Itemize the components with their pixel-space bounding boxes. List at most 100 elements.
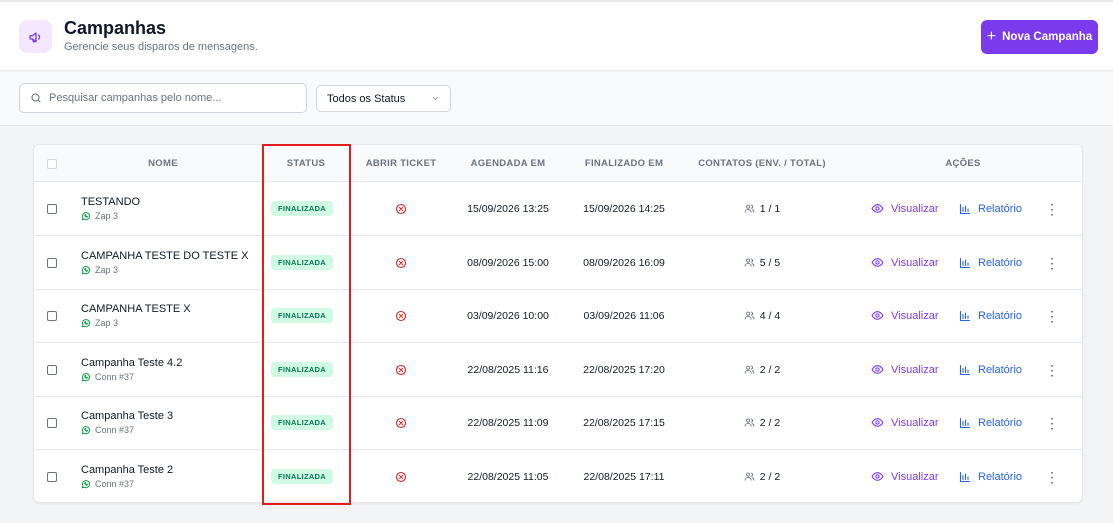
- eye-icon: [871, 202, 884, 215]
- row-checkbox[interactable]: [47, 257, 57, 268]
- scheduled-cell: 22/08/2025 11:05: [452, 450, 564, 502]
- more-action-cell: ⋮: [1045, 236, 1059, 289]
- view-button[interactable]: Visualizar: [871, 363, 939, 376]
- finished-cell: 22/08/2025 17:11: [566, 450, 682, 502]
- finished-date: 22/08/2025 17:15: [583, 416, 665, 429]
- contacts-value: 2 / 2: [759, 470, 781, 483]
- view-button[interactable]: Visualizar: [871, 202, 939, 215]
- report-button[interactable]: Relatório: [959, 364, 1022, 376]
- contacts-value: 5 / 5: [759, 256, 781, 269]
- open-ticket-cell: [352, 289, 450, 342]
- name-cell: Campanha Teste 2 Conn #37: [81, 450, 261, 502]
- row-checkbox[interactable]: [47, 471, 57, 482]
- report-button[interactable]: Relatório: [959, 257, 1022, 269]
- report-button[interactable]: Relatório: [959, 471, 1022, 483]
- whatsapp-icon: [81, 479, 91, 489]
- contacts-count: 5 / 5: [744, 257, 780, 269]
- view-action-cell: Visualizar: [871, 396, 939, 449]
- view-action-cell: Visualizar: [871, 182, 939, 235]
- row-checkbox[interactable]: [47, 364, 57, 375]
- report-label: Relatório: [978, 363, 1023, 376]
- column-header-status[interactable]: STATUS: [262, 145, 350, 182]
- view-label: Visualizar: [891, 309, 939, 322]
- status-badge: FINALIZADA: [271, 362, 333, 377]
- view-label: Visualizar: [891, 470, 939, 483]
- report-button[interactable]: Relatório: [959, 203, 1022, 215]
- status-cell: FINALIZADA: [262, 289, 342, 342]
- view-button[interactable]: Visualizar: [871, 470, 939, 483]
- finished-cell: 15/09/2026 14:25: [566, 182, 682, 235]
- connection-name: Zap 3: [95, 265, 119, 275]
- row-checkbox-cell: [34, 396, 70, 449]
- column-header-open-ticket[interactable]: ABRIR TICKET: [352, 145, 450, 182]
- status-filter-select[interactable]: Todos os Status: [316, 85, 451, 112]
- status-cell: FINALIZADA: [262, 450, 342, 502]
- select-all-checkbox[interactable]: [47, 158, 57, 169]
- users-icon: [744, 364, 755, 375]
- column-header-scheduled[interactable]: AGENDADA EM: [452, 145, 564, 182]
- kebab-menu-icon[interactable]: ⋮: [1045, 202, 1059, 216]
- whatsapp-icon: [81, 372, 91, 382]
- table-header: NOME STATUS ABRIR TICKET AGENDADA EM FIN…: [34, 145, 1082, 182]
- status-badge: FINALIZADA: [271, 415, 333, 430]
- status-cell: FINALIZADA: [262, 236, 342, 289]
- scheduled-date: 22/08/2025 11:09: [467, 416, 549, 429]
- contacts-cell: 4 / 4: [684, 289, 840, 342]
- search-box[interactable]: [19, 83, 307, 113]
- finished-date: 08/09/2026 16:09: [583, 256, 665, 269]
- connection-name: Zap 3: [95, 211, 119, 221]
- table-row: CAMPANHA TESTE X Zap 3 FINALIZADA 03/09/202…: [34, 289, 1082, 343]
- view-label: Visualizar: [891, 416, 939, 429]
- status-badge: FINALIZADA: [271, 308, 333, 323]
- open-ticket-cell: [352, 182, 450, 235]
- view-button[interactable]: Visualizar: [871, 416, 939, 429]
- connection-name: Conn #37: [95, 425, 135, 435]
- finished-cell: 08/09/2026 16:09: [566, 236, 682, 289]
- filter-bar: Todos os Status: [0, 72, 1113, 126]
- campaigns-table: NOME STATUS ABRIR TICKET AGENDADA EM FIN…: [33, 144, 1083, 503]
- kebab-menu-icon[interactable]: ⋮: [1045, 416, 1059, 430]
- bar-chart-icon: [959, 310, 971, 322]
- scheduled-date: 03/09/2026 10:00: [467, 309, 549, 322]
- row-checkbox-cell: [34, 343, 70, 396]
- kebab-menu-icon[interactable]: ⋮: [1045, 363, 1059, 377]
- row-checkbox[interactable]: [47, 417, 57, 428]
- report-button[interactable]: Relatório: [959, 310, 1022, 322]
- kebab-menu-icon[interactable]: ⋮: [1045, 470, 1059, 484]
- contacts-cell: 5 / 5: [684, 236, 840, 289]
- column-header-contacts[interactable]: CONTATOS (ENV. / TOTAL): [684, 145, 840, 182]
- view-label: Visualizar: [891, 363, 939, 376]
- report-button[interactable]: Relatório: [959, 417, 1022, 429]
- eye-icon: [871, 470, 884, 483]
- report-action-cell: Relatório: [959, 396, 1022, 449]
- view-button[interactable]: Visualizar: [871, 309, 939, 322]
- finished-date: 22/08/2025 17:20: [583, 363, 665, 376]
- finished-cell: 22/08/2025 17:15: [566, 396, 682, 449]
- contacts-cell: 2 / 2: [684, 396, 840, 449]
- campaign-name: CAMPANHA TESTE X: [81, 303, 191, 315]
- report-action-cell: Relatório: [959, 450, 1022, 502]
- kebab-menu-icon[interactable]: ⋮: [1045, 256, 1059, 270]
- status-badge: FINALIZADA: [271, 201, 333, 216]
- view-button[interactable]: Visualizar: [871, 256, 939, 269]
- open-ticket-cell: [352, 450, 450, 502]
- row-checkbox[interactable]: [47, 203, 57, 214]
- campaign-name: Campanha Teste 2: [81, 464, 174, 476]
- status-badge: FINALIZADA: [271, 255, 333, 270]
- users-icon: [744, 310, 755, 321]
- name-cell: Campanha Teste 3 Conn #37: [81, 396, 261, 449]
- new-campaign-button[interactable]: + Nova Campanha: [981, 20, 1098, 54]
- select-all-cell: [34, 145, 70, 182]
- bar-chart-icon: [959, 203, 971, 215]
- report-action-cell: Relatório: [959, 182, 1022, 235]
- row-checkbox[interactable]: [47, 310, 57, 321]
- contacts-count: 1 / 1: [744, 203, 780, 215]
- users-icon: [744, 203, 755, 214]
- table-row: Campanha Teste 3 Conn #37 FINALIZADA 22/08/…: [34, 396, 1082, 450]
- table-row: Campanha Teste 2 Conn #37 FINALIZADA 22/08/…: [34, 450, 1082, 502]
- search-input[interactable]: [49, 92, 289, 104]
- column-header-finished[interactable]: FINALIZADO EM: [566, 145, 682, 182]
- kebab-menu-icon[interactable]: ⋮: [1045, 309, 1059, 323]
- row-checkbox-cell: [34, 289, 70, 342]
- column-header-name[interactable]: NOME: [70, 145, 256, 182]
